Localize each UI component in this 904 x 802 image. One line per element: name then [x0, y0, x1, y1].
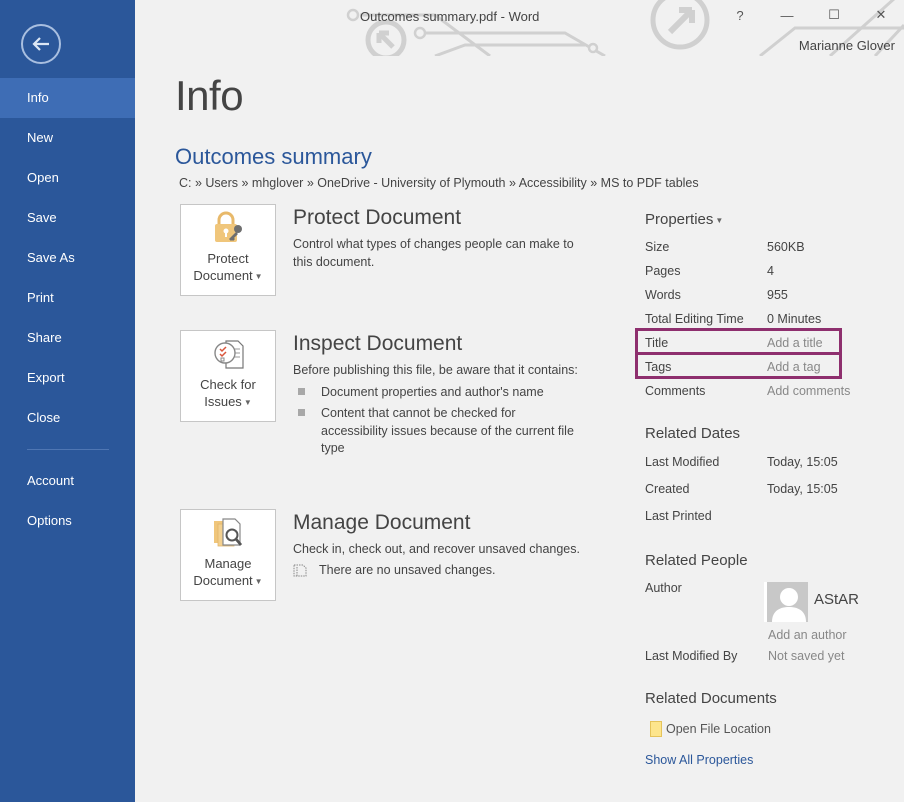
sidebar-item-share[interactable]: Share: [0, 318, 135, 358]
related-dates-heading: Related Dates: [645, 425, 741, 442]
protect-document-title: Protect Document: [293, 206, 462, 229]
maximize-button[interactable]: ☐: [820, 4, 848, 26]
help-button[interactable]: ?: [726, 4, 754, 26]
title-input[interactable]: Add a title: [767, 336, 823, 350]
signed-in-user[interactable]: Marianne Glover: [799, 38, 895, 53]
window-title: Outcomes summary.pdf - Word: [360, 9, 540, 24]
page-title: Info: [175, 72, 244, 119]
property-label: Comments: [645, 384, 706, 398]
lock-key-icon: [215, 211, 242, 242]
property-value: 955: [767, 288, 788, 302]
sidebar-item-save-as[interactable]: Save As: [0, 238, 135, 278]
add-author-link[interactable]: Add an author: [768, 628, 847, 642]
property-label: Last Modified: [645, 455, 720, 469]
unsaved-changes-status: There are no unsaved changes.: [319, 562, 496, 577]
property-label: Total Editing Time: [645, 312, 744, 326]
minimize-button[interactable]: —: [773, 4, 801, 26]
dropdown-caret-icon: ▼: [243, 398, 252, 407]
property-value: Today, 15:05: [767, 455, 838, 469]
property-label: Words: [645, 288, 681, 302]
protect-document-button[interactable]: Protect Document ▼: [180, 204, 276, 296]
author-label: Author: [645, 581, 682, 595]
properties-dropdown[interactable]: Properties ▼: [645, 211, 904, 228]
check-issues-label-1: Check for: [200, 376, 256, 392]
property-label: Last Modified By: [645, 649, 738, 663]
sidebar-item-new[interactable]: New: [0, 118, 135, 158]
property-value: 0 Minutes: [767, 312, 822, 326]
protect-button-label-1: Protect: [207, 250, 249, 266]
inspect-bullet-text: Document properties and author's name: [321, 384, 544, 399]
property-label: Title: [645, 336, 669, 350]
sidebar-item-open[interactable]: Open: [0, 158, 135, 198]
manage-document-desc: Check in, check out, and recover unsaved…: [293, 542, 580, 556]
sidebar-item-info[interactable]: Info: [0, 78, 135, 118]
folder-icon: [650, 721, 662, 737]
sidebar-item-close[interactable]: Close: [0, 398, 135, 438]
protect-button-label-2: Document: [193, 267, 253, 283]
property-value: Not saved yet: [768, 649, 845, 663]
dropdown-caret-icon: ▼: [254, 577, 263, 586]
author-name[interactable]: AStAR: [814, 591, 859, 608]
open-file-location-link[interactable]: Open File Location: [650, 721, 771, 737]
document-title: Outcomes summary: [175, 144, 372, 169]
document-versions-icon: [293, 564, 307, 576]
related-people-heading: Related People: [645, 552, 748, 569]
properties-heading: Properties: [645, 211, 714, 228]
person-silhouette-icon: [772, 588, 806, 622]
tags-input[interactable]: Add a tag: [767, 360, 821, 374]
sidebar-item-save[interactable]: Save: [0, 198, 135, 238]
manage-button-label-2: Document: [193, 572, 253, 588]
manage-versions-icon: [214, 518, 243, 547]
property-label: Created: [645, 482, 690, 496]
property-label: Pages: [645, 264, 681, 278]
comments-input[interactable]: Add comments: [767, 384, 850, 398]
protect-document-desc: Control what types of changes people can…: [293, 237, 574, 269]
manage-document-button[interactable]: Manage Document ▼: [180, 509, 276, 601]
sidebar-item-options[interactable]: Options: [0, 501, 135, 541]
checklist-icon: [214, 340, 244, 369]
property-label: Tags: [645, 360, 672, 374]
dropdown-caret-icon: ▼: [715, 215, 724, 225]
bullet-square-icon: [298, 409, 305, 416]
sidebar-divider: [27, 449, 109, 450]
author-avatar[interactable]: [764, 582, 808, 622]
dropdown-caret-icon: ▼: [254, 272, 263, 281]
open-file-location-label: Open File Location: [666, 722, 771, 736]
document-path[interactable]: C: » Users » mhglover » OneDrive - Unive…: [179, 176, 699, 190]
close-window-button[interactable]: ✕: [867, 4, 895, 26]
inspect-document-desc: Before publishing this file, be aware th…: [293, 363, 578, 377]
sidebar-item-account[interactable]: Account: [0, 461, 135, 501]
sidebar-item-export[interactable]: Export: [0, 358, 135, 398]
property-value: Today, 15:05: [767, 482, 838, 496]
property-value: 4: [767, 264, 774, 278]
check-for-issues-button[interactable]: Check for Issues ▼: [180, 330, 276, 422]
backstage-sidebar: Info New Open Save Save As Print Share E…: [0, 0, 135, 802]
property-label: Last Printed: [645, 509, 712, 523]
show-all-properties-link[interactable]: Show All Properties: [645, 753, 753, 767]
title-bar: Outcomes summary.pdf - Word ? — ☐ ✕ Mari…: [135, 0, 904, 56]
sidebar-nav: Info New Open Save Save As Print Share E…: [0, 78, 135, 541]
inspect-bullet: Content that cannot be checked for acces…: [293, 405, 583, 458]
inspect-bullet: Document properties and author's name: [293, 384, 583, 402]
property-label: Size: [645, 240, 670, 254]
manage-document-title: Manage Document: [293, 511, 471, 534]
back-button[interactable]: [21, 24, 61, 64]
inspect-document-title: Inspect Document: [293, 332, 463, 355]
property-value: 560KB: [767, 240, 805, 254]
inspect-bullet-text: Content that cannot be checked for acces…: [321, 406, 574, 455]
check-issues-label-2: Issues: [204, 393, 242, 409]
manage-button-label-1: Manage: [204, 555, 252, 571]
back-arrow-icon: [32, 37, 49, 51]
sidebar-item-print[interactable]: Print: [0, 278, 135, 318]
bullet-square-icon: [298, 387, 305, 395]
related-documents-heading: Related Documents: [645, 690, 777, 707]
properties-panel: Properties ▼ Size 560KB Pages 4 Words 955…: [635, 211, 904, 767]
